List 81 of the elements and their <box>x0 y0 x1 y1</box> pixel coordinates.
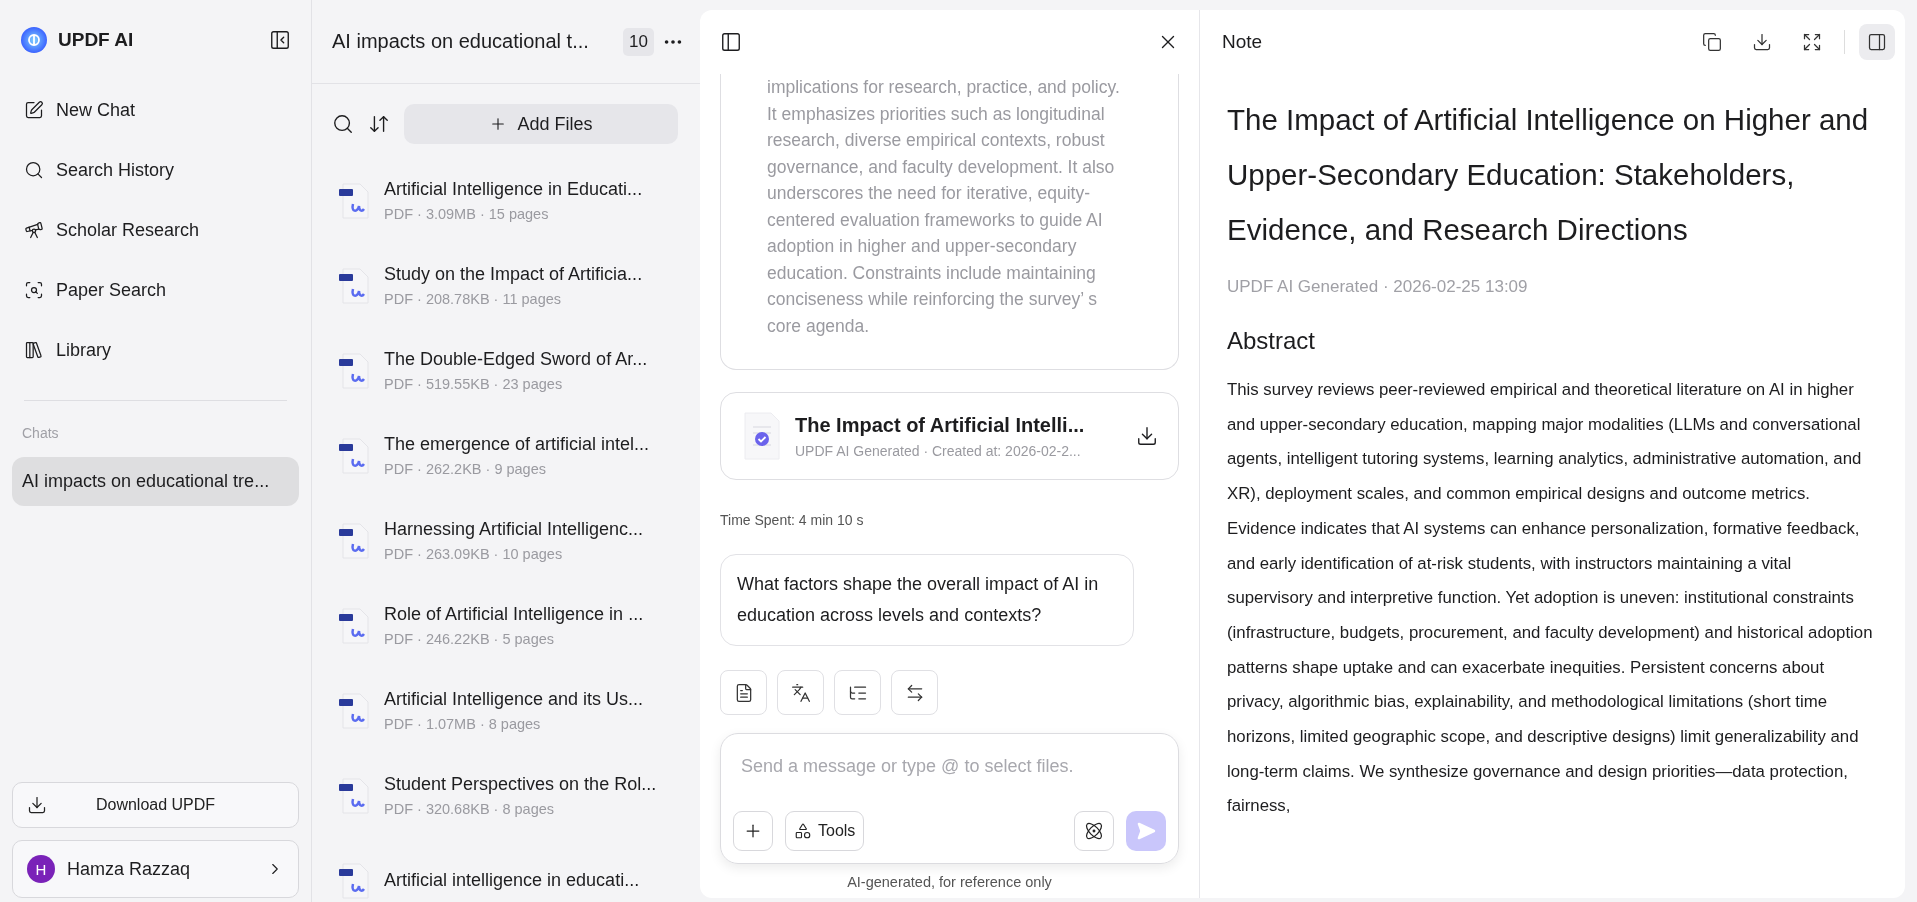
file-name[interactable]: Study on the Impact of Artificia... <box>384 264 643 285</box>
file-name[interactable]: Artificial Intelligence in Educati... <box>384 179 643 200</box>
telescope-icon <box>24 220 44 240</box>
expand-icon <box>1802 32 1822 52</box>
sort-icon[interactable] <box>368 113 390 135</box>
collapse-sidebar-icon[interactable] <box>269 29 291 51</box>
download-icon <box>27 795 47 815</box>
model-button[interactable] <box>1074 811 1114 851</box>
file-meta: PDF · 320.68KB · 8 pages <box>384 801 556 817</box>
pdf-file-icon <box>338 861 372 900</box>
pdf-file-icon <box>338 351 372 390</box>
copy-icon <box>1702 32 1722 52</box>
abstract-text: This survey reviews peer-reviewed empirical and theoretical literature on AI in higher and upper-secondary education, mapping major modalities (LLMs and conversational agents, intelligent tutoring systems, learning analytics, administrative automation, and XR), deployment scales, and common empirical designs and outcome metrics. Evidence indicates that AI systems can enhance personalization, formative feedback, and early identification of at-risk students, with instructors maintaining a vital supervisory and interpretive function. Yet adoption is uneven: institutional constraints (infrastructure, budgets, procurement, and faculty development) and historical adoption patterns shape uptake and can exacerbate inequities. Persistent concerns about privacy, algorithmic bias, explainability, and methodological limitations (short time horizons, limited geographic scope, and descriptive designs) limit generalizability and long-term claims. We synthesize governance and design priorities—data protection, fairness, <box>1227 379 1874 818</box>
file-name[interactable]: Student Perspectives on the Rol... <box>384 774 657 795</box>
account-button[interactable]: H Hamza Razzaq <box>12 840 299 898</box>
file-name[interactable]: Artificial intelligence in educati... <box>384 870 640 891</box>
note-heading: The Impact of Artificial Intelligence on Higher and Upper-Secondary Education: Stakeholders, Evidence, and Research Directions <box>1227 102 1870 248</box>
pdf-file-icon <box>338 266 372 305</box>
file-name[interactable]: The Double-Edged Sword of Ar... <box>384 349 648 370</box>
file-meta: PDF · 208.78KB · 11 pages <box>384 291 563 307</box>
avatar: H <box>27 855 55 883</box>
pdf-file-icon <box>338 691 372 730</box>
file-name[interactable]: Artificial Intelligence and its Us... <box>384 689 644 710</box>
question-bubble: What factors shape the overall impact of AI in education across levels and contexts? <box>720 554 1134 646</box>
add-button[interactable] <box>733 811 773 851</box>
file-name[interactable]: Role of Artificial Intelligence in ... <box>384 604 644 625</box>
time-spent: Time Spent: 4 min 10 s <box>720 512 865 528</box>
pdf-file-icon <box>338 606 372 645</box>
panel-right-icon <box>1867 32 1887 52</box>
brand-name: UPDF AI <box>58 29 135 51</box>
shapes-icon <box>794 822 812 840</box>
translate-button[interactable] <box>777 670 824 715</box>
file-meta: PDF · 263.09KB · 10 pages <box>384 546 564 562</box>
add-files-button[interactable]: Add Files <box>404 104 678 144</box>
document-check-icon <box>741 411 783 461</box>
pdf-file-icon <box>338 521 372 560</box>
nav-item[interactable]: New Chat <box>12 80 299 140</box>
document-card[interactable]: The Impact of Artificial Intelli... UPDF AI Generated · Created at: 2026-02-2... <box>720 392 1179 480</box>
file-meta: PDF · 262.2KB · 9 pages <box>384 461 547 477</box>
outline-button[interactable] <box>834 670 881 715</box>
pen-square-icon <box>24 100 44 120</box>
file-meta: PDF · 1.07MB · 8 pages <box>384 716 542 732</box>
disclaimer: AI-generated, for reference only <box>846 874 1053 890</box>
file-name[interactable]: Harnessing Artificial Intelligenc... <box>384 519 644 540</box>
file-count: 10 <box>623 27 654 56</box>
file-meta: PDF · 519.55KB · 23 pages <box>384 376 564 392</box>
panel-title: Note <box>1222 31 1264 53</box>
chat-title: AI impacts on educational t... <box>332 30 590 53</box>
books-icon <box>24 340 44 360</box>
document-meta: UPDF AI Generated · Created at: 2026-02-2... <box>795 442 1082 459</box>
tools-button[interactable]: Tools <box>785 811 865 851</box>
document-title: The Impact of Artificial Intelli... <box>795 413 1086 437</box>
nav-item[interactable]: Scholar Research <box>12 200 299 260</box>
pdf-file-icon <box>338 436 372 475</box>
download-icon <box>1752 32 1772 52</box>
convert-button[interactable] <box>891 670 938 715</box>
file-meta: PDF · 3.09MB · 15 pages <box>384 206 550 222</box>
section-heading: Chats <box>21 425 60 441</box>
file-name[interactable]: The emergence of artificial intel... <box>384 434 650 455</box>
download-button[interactable]: Download UPDF <box>12 782 299 828</box>
send-icon <box>1136 821 1156 841</box>
answer-text: implications for research, practice, and policy. It emphasizes priorities such as longitudinal research, diverse empirical contexts, robust governance, and faculty development. It also underscores the need for iterative, equity-centered evaluation frameworks to guide AI adoption in higher and upper-secondary education. Constraints include maintaining conciseness while reinforcing the survey’ s core agenda. <box>767 76 1121 338</box>
note-meta: UPDF AI Generated · 2026-02-25 13:09 <box>1227 277 1529 297</box>
logo-icon <box>20 26 48 54</box>
nav-item[interactable]: Library <box>12 320 299 380</box>
pdf-file-icon <box>338 776 372 815</box>
search-icon <box>24 160 44 180</box>
pdf-file-icon <box>338 181 372 220</box>
side-panel-button[interactable] <box>1859 24 1895 60</box>
atom-icon <box>1084 821 1104 841</box>
document-search-icon <box>24 280 44 300</box>
file-meta: PDF · 246.22KB · 5 pages <box>384 631 556 647</box>
translate-icon <box>790 682 811 703</box>
search-icon[interactable] <box>332 113 354 135</box>
chat-item[interactable]: AI impacts on educational tre... <box>12 457 299 506</box>
download-icon[interactable] <box>1136 425 1158 447</box>
nav-item[interactable]: Paper Search <box>12 260 299 320</box>
nav-item[interactable]: Search History <box>12 140 299 200</box>
panel-toggle-icon[interactable] <box>720 31 742 53</box>
section-heading: Abstract <box>1227 327 1317 355</box>
summarize-button[interactable] <box>720 670 767 715</box>
